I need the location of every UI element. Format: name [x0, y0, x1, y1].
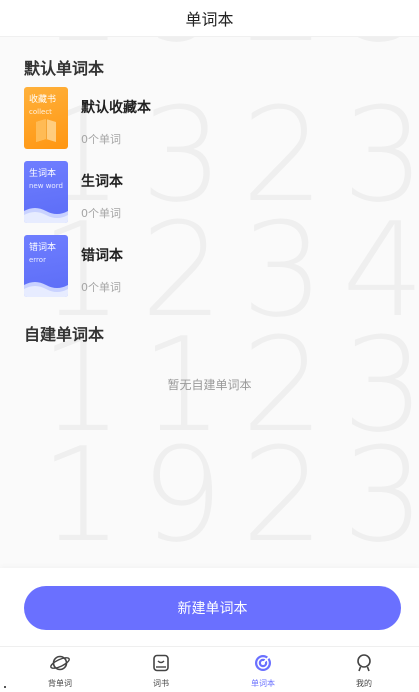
book-name: 错词本: [81, 248, 123, 264]
book-word-count: 0个单词: [81, 207, 121, 220]
tab-profile[interactable]: 我的: [312, 647, 416, 692]
book-icon: [36, 119, 56, 142]
tab-word-books[interactable]: 词书: [109, 647, 213, 692]
vocabulary-book-screen: 1923 1323 1234 1123 1923 1234 单词本 默认单词本 …: [0, 0, 419, 692]
page-title: 单词本: [185, 10, 234, 29]
target-icon: [255, 655, 271, 671]
tab-vocabulary-book[interactable]: 单词本: [211, 647, 315, 692]
tab-label: 背单词: [48, 679, 72, 688]
book-name: 生词本: [81, 174, 123, 190]
tab-memorize[interactable]: 背单词: [8, 647, 112, 692]
cover-subtitle: collect: [29, 108, 52, 116]
book-cover-error: 错词本 error: [24, 235, 68, 297]
tab-label: 我的: [356, 679, 372, 688]
book-name: 默认收藏本: [81, 100, 151, 116]
book-word-count: 0个单词: [81, 281, 121, 294]
user-icon: [357, 654, 371, 672]
book-icon: [153, 654, 169, 672]
planet-icon: [50, 655, 70, 671]
custom-books-title: 自建单词本: [24, 325, 105, 344]
top-header: 单词本: [0, 0, 419, 37]
empty-state-text: 暂无自建单词本: [167, 378, 252, 392]
cover-title: 生词本: [29, 169, 57, 179]
corner-mark: [4, 686, 6, 688]
tab-label: 单词本: [251, 679, 275, 688]
bottom-tab-bar: 背单词 词书 单词本 我的: [0, 646, 419, 692]
tab-label: 词书: [153, 679, 169, 688]
cover-title: 收藏书: [29, 95, 57, 105]
default-books-title: 默认单词本: [24, 59, 105, 78]
cover-subtitle: new word: [29, 182, 63, 190]
book-cover-new-word: 生词本 new word: [24, 161, 68, 223]
cover-subtitle: error: [29, 256, 46, 264]
book-item-collect[interactable]: 收藏书 collect 默认收藏本 0个单词: [24, 87, 384, 149]
cover-title: 错词本: [29, 243, 57, 253]
book-cover-collect: 收藏书 collect: [24, 87, 68, 149]
new-vocabulary-book-button[interactable]: 新建单词本: [24, 586, 401, 630]
wave-decoration: [24, 282, 68, 297]
book-word-count: 0个单词: [81, 133, 121, 146]
book-item-new-word[interactable]: 生词本 new word 生词本 0个单词: [24, 161, 384, 223]
wave-decoration: [24, 208, 68, 223]
book-item-error[interactable]: 错词本 error 错词本 0个单词: [24, 235, 384, 297]
